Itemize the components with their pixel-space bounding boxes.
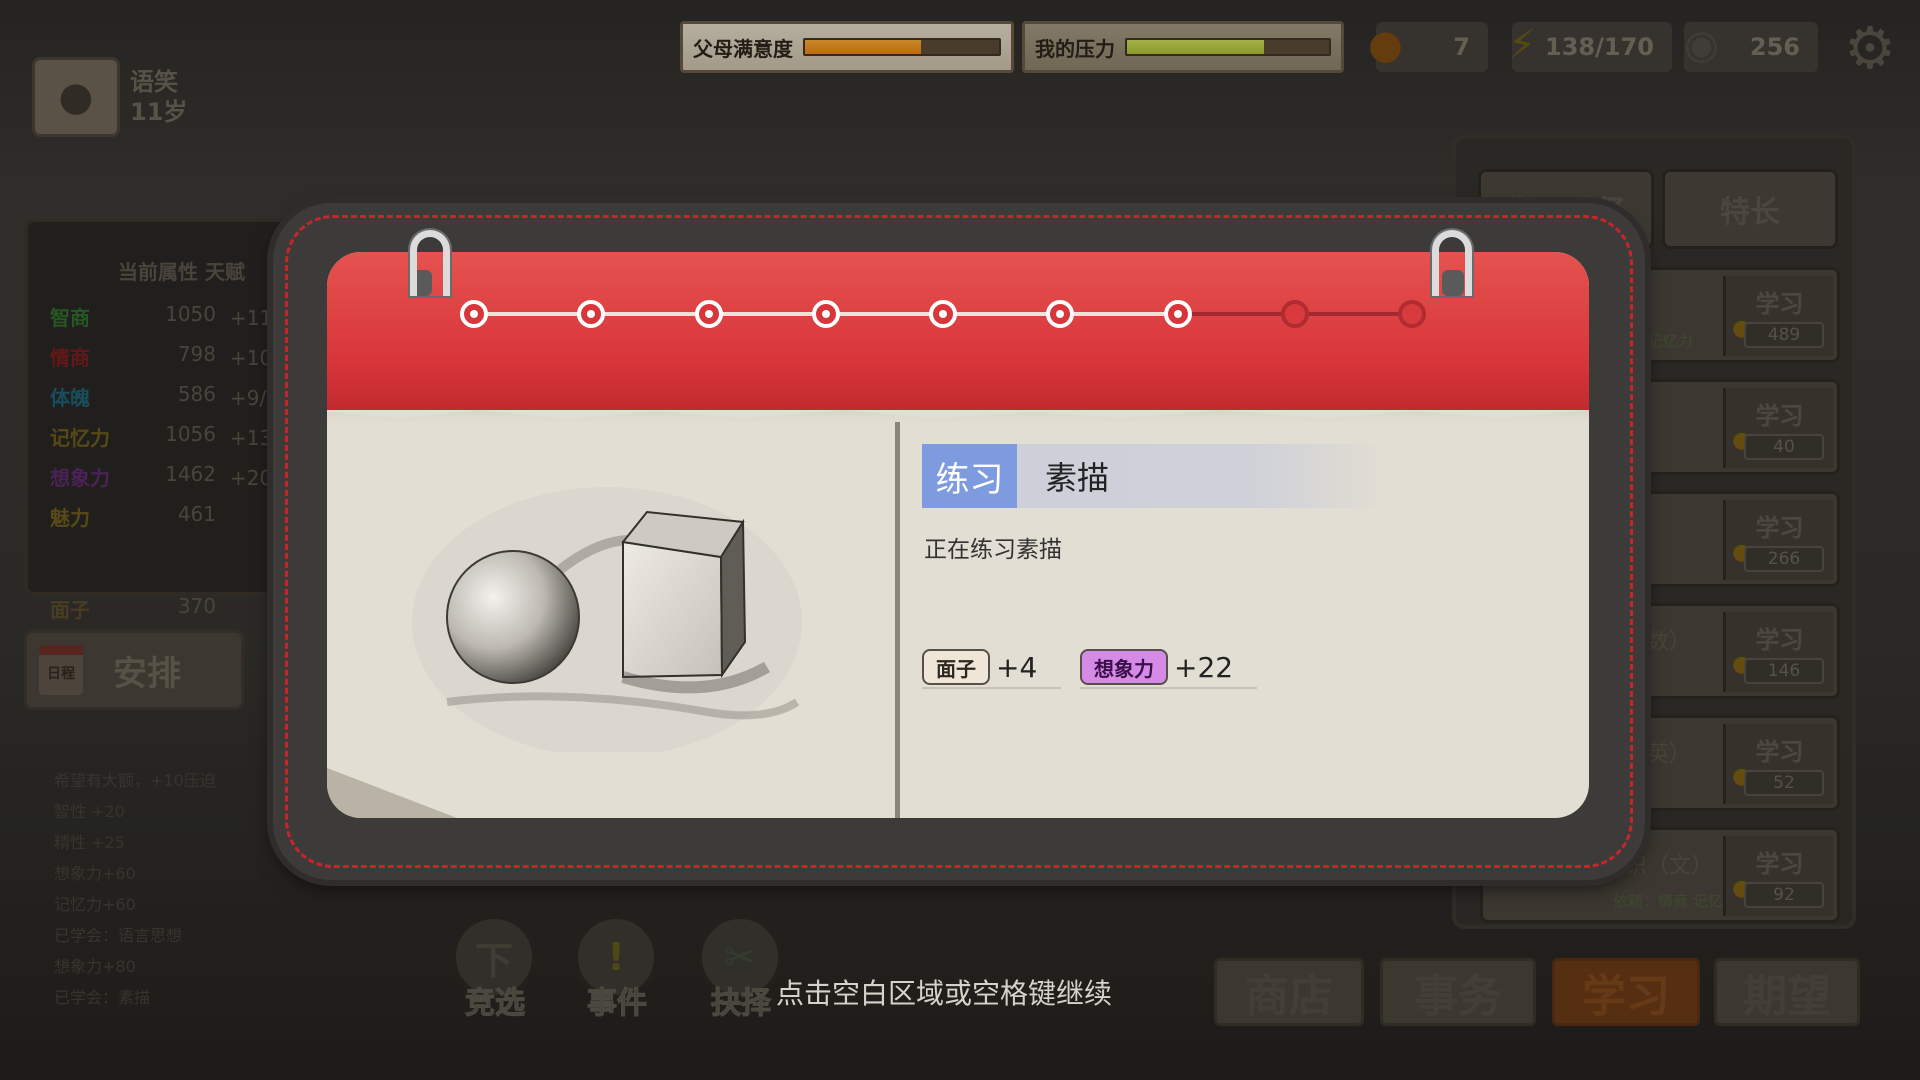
progress-step-pending [1398,300,1426,328]
binder-ring-right-icon [1432,230,1472,296]
progress-step-done [460,300,488,328]
reward-face: 面子 +4 [922,649,1062,689]
progress-step-done [811,300,840,328]
progress-step-done [577,300,606,328]
progress-step-pending [1280,300,1309,328]
practice-card: 练习 素描 正在练习素描 面子 +4 想象力 +22 [327,252,1589,818]
reward-face-amount: +4 [996,650,1038,684]
binder-ring-left-icon [410,230,450,296]
reward-imagination-amount: +22 [1174,650,1234,684]
reward-imagination-label: 想象力 [1080,649,1168,685]
sketch-illustration [412,487,802,752]
reward-imagination: 想象力 +22 [1080,649,1258,689]
activity-type-tag: 练习 [922,444,1017,508]
activity-description: 正在练习素描 [924,537,1062,563]
progress-step-done [1046,300,1075,328]
reward-face-label: 面子 [922,649,990,685]
progress-header [327,252,1589,410]
card-divider [895,422,900,818]
game-screen: 父母满意度 我的压力 ● 7 ⚡ 138/170 ◉ 256 ⚙ ● 语笑 11… [0,0,1920,1080]
progress-step-done [1163,300,1192,328]
page-fold [327,768,457,818]
continue-hint: 点击空白区域或空格键继续 [775,977,1112,1010]
activity-title: 素描 [1045,459,1110,497]
progress-step-done [694,300,723,328]
progress-step-done [929,300,957,328]
activity-title-bar: 练习 素描 [922,444,1392,508]
